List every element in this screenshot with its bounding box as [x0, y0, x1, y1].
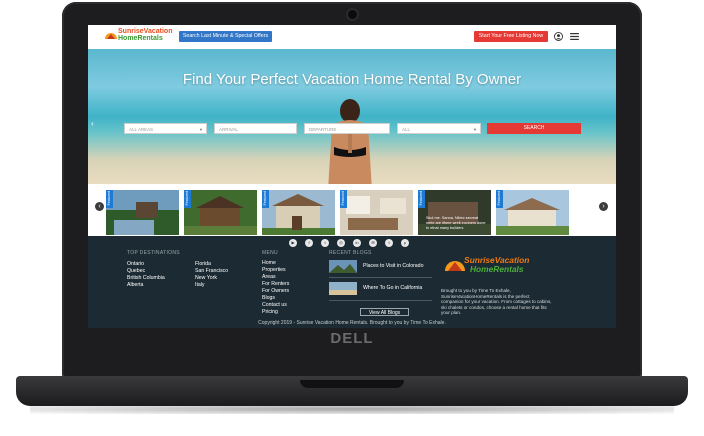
- property-photo-cabin: [184, 190, 257, 235]
- property-photo-living-room: [340, 190, 413, 235]
- property-photo-bungalow: [496, 190, 569, 235]
- featured-properties-strip: ‹ Featured Featured Featured Featured Fe…: [88, 184, 616, 236]
- footer-logo[interactable]: SunriseVacation HomeRentals: [444, 254, 542, 276]
- featured-ribbon: Featured: [496, 190, 503, 208]
- featured-property-3[interactable]: Featured: [262, 190, 335, 235]
- featured-ribbon: Featured: [106, 190, 113, 208]
- destination-link[interactable]: Florida: [195, 261, 211, 267]
- area-select-value: ALL AREAS: [129, 127, 154, 132]
- featured-property-4[interactable]: Featured: [340, 190, 413, 235]
- menu-link-home[interactable]: Home: [262, 260, 276, 266]
- property-overlay-text: Skol me. Sanna, Nibec secreat mete are i…: [426, 216, 486, 230]
- featured-ribbon: Featured: [184, 190, 191, 208]
- blog-thumbnail-california[interactable]: [329, 282, 357, 295]
- arrival-date-field[interactable]: ARRIVAL: [214, 123, 297, 134]
- featured-property-1[interactable]: Featured: [106, 190, 179, 235]
- menu-link-contact[interactable]: Contact us: [262, 302, 287, 308]
- laptop-hinge-notch: [300, 380, 404, 388]
- hero-beach-person-image: [328, 99, 372, 184]
- menu-link-owners[interactable]: For Owners: [262, 288, 289, 294]
- destination-link[interactable]: San Francisco: [195, 268, 228, 274]
- webcam: [348, 10, 357, 19]
- about-text: Brought to you by Time To Exhale, Sunris…: [441, 288, 552, 316]
- featured-property-5[interactable]: Featured Skol me. Sanna, Nibec secreat m…: [418, 190, 491, 235]
- top-destinations-title: TOP DESTINATIONS: [127, 250, 180, 256]
- destination-link[interactable]: Quebec: [127, 268, 145, 274]
- featured-ribbon: Featured: [262, 190, 269, 208]
- blog-divider: [329, 300, 432, 301]
- logo-text-top: SunriseVacation: [118, 28, 173, 35]
- dell-logo: DELL: [330, 330, 374, 347]
- special-offers-button[interactable]: Search Last Minute & Special Offers: [179, 31, 272, 42]
- featured-property-2[interactable]: Featured: [184, 190, 257, 235]
- chevron-down-icon: ▼: [473, 127, 477, 132]
- youtube-icon[interactable]: ▶: [289, 239, 297, 247]
- destination-link[interactable]: British Columbia: [127, 275, 165, 281]
- instagram-icon[interactable]: ◎: [337, 239, 345, 247]
- featured-ribbon: Featured: [340, 190, 347, 208]
- pinterest-icon[interactable]: p: [401, 239, 409, 247]
- recent-blogs-title: RECENT BLOGS: [329, 250, 372, 256]
- hero-prev-arrow-icon[interactable]: ‹: [91, 119, 94, 128]
- menu-link-blogs[interactable]: Blogs: [262, 295, 275, 301]
- social-links: ▶ f t ◎ in ✉ t p: [289, 239, 419, 247]
- blog-thumbnail-colorado[interactable]: [329, 260, 357, 273]
- hero-title: Find Your Perfect Vacation Home Rental B…: [182, 71, 522, 88]
- hero-banner: Find Your Perfect Vacation Home Rental B…: [88, 49, 616, 184]
- carousel-prev-icon[interactable]: ‹: [95, 202, 104, 211]
- sunrise-logo-icon: [445, 261, 465, 271]
- email-icon[interactable]: ✉: [369, 239, 377, 247]
- twitter-icon[interactable]: t: [321, 239, 329, 247]
- blog-link[interactable]: Where To Go in California: [363, 285, 422, 291]
- tumblr-icon[interactable]: t: [385, 239, 393, 247]
- footer-logo-text-bottom: HomeRentals: [470, 264, 524, 274]
- search-button[interactable]: SEARCH: [487, 123, 581, 134]
- user-icon[interactable]: [554, 32, 563, 41]
- site-header: SunriseVacation HomeRentals Search Last …: [88, 25, 616, 49]
- featured-property-6[interactable]: Featured: [496, 190, 569, 235]
- property-type-value: ALL: [402, 127, 411, 132]
- free-listing-button[interactable]: Start Your Free Listing Now: [474, 31, 548, 42]
- property-type-select[interactable]: ALL ▼: [397, 123, 481, 134]
- menu-link-properties[interactable]: Properties: [262, 267, 286, 273]
- logo-text-bottom: HomeRentals: [118, 35, 163, 42]
- site-logo[interactable]: SunriseVacation HomeRentals: [104, 28, 178, 44]
- website-screen: SunriseVacation HomeRentals Search Last …: [88, 25, 616, 328]
- hamburger-menu-icon[interactable]: [570, 33, 579, 40]
- destination-link[interactable]: Ontario: [127, 261, 144, 267]
- property-photo-victorian-house: [262, 190, 335, 235]
- destination-link[interactable]: Italy: [195, 282, 205, 288]
- departure-placeholder: DEPARTURE: [309, 127, 337, 132]
- menu-link-areas[interactable]: Areas: [262, 274, 276, 280]
- menu-title: MENU: [262, 250, 278, 256]
- property-photo-lake-house: [106, 190, 179, 235]
- featured-ribbon: Featured: [418, 190, 425, 208]
- destination-link[interactable]: New York: [195, 275, 217, 281]
- sunrise-logo-icon: [105, 33, 117, 39]
- chevron-down-icon: ▼: [199, 127, 203, 132]
- blog-divider: [329, 277, 432, 278]
- blog-link[interactable]: Places to Visit in Colorado: [363, 263, 423, 269]
- area-select[interactable]: ALL AREAS ▼: [124, 123, 207, 134]
- destination-link[interactable]: Alberta: [127, 282, 143, 288]
- copyright-text: Copyright 2019 - Sunrise Vacation Home R…: [258, 320, 446, 326]
- departure-date-field[interactable]: DEPARTURE: [304, 123, 390, 134]
- facebook-icon[interactable]: f: [305, 239, 313, 247]
- menu-link-renters[interactable]: For Renters: [262, 281, 289, 287]
- site-footer: ▶ f t ◎ in ✉ t p TOP DESTINATIONS Ontari…: [88, 236, 616, 328]
- arrival-placeholder: ARRIVAL: [219, 127, 238, 132]
- linkedin-icon[interactable]: in: [353, 239, 361, 247]
- carousel-next-icon[interactable]: ›: [599, 202, 608, 211]
- menu-link-pricing[interactable]: Pricing: [262, 309, 278, 315]
- view-all-blogs-button[interactable]: View All Blogs: [360, 308, 409, 316]
